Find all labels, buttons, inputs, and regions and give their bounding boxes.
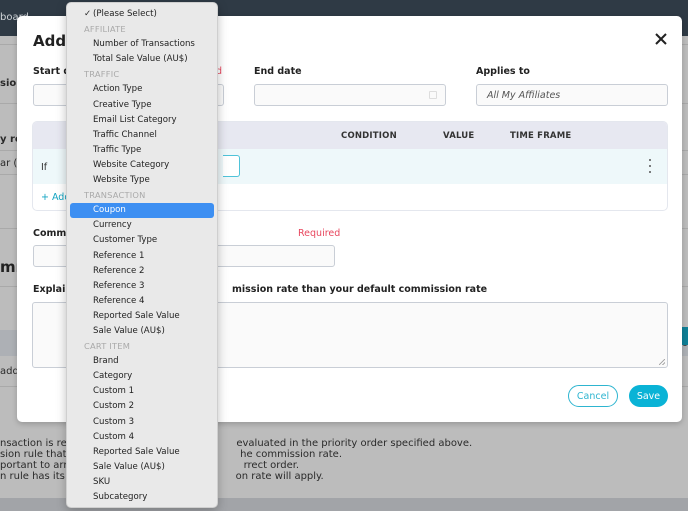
close-button[interactable] xyxy=(652,30,670,48)
dropdown-option[interactable]: Action Type xyxy=(67,82,217,97)
end-date-label: End date xyxy=(254,66,302,77)
dropdown-option[interactable]: Website Type xyxy=(67,173,217,188)
end-date-input[interactable] xyxy=(254,84,446,106)
if-label: If xyxy=(41,162,48,173)
dropdown-option-coupon[interactable]: Coupon xyxy=(70,203,214,219)
dropdown-option[interactable]: Reference 4 xyxy=(67,294,217,309)
calendar-icon xyxy=(429,91,437,99)
dropdown-group-transaction: TRANSACTION xyxy=(84,190,146,201)
dropdown-option[interactable]: SKU xyxy=(67,475,217,490)
dropdown-option[interactable]: Sale Value (AU$) xyxy=(67,324,217,339)
column-value: VALUE xyxy=(443,131,475,141)
dropdown-option[interactable]: Sale Value (AU$) xyxy=(67,460,217,475)
dropdown-option[interactable]: Total Sale Value (AU$) xyxy=(67,52,217,67)
dropdown-group-cart-item: CART ITEM xyxy=(84,341,131,352)
dropdown-option[interactable]: Reference 1 xyxy=(67,249,217,264)
applies-to-label: Applies to xyxy=(476,66,530,77)
dropdown-option[interactable]: Subcategory xyxy=(67,490,217,505)
resize-handle-icon[interactable] xyxy=(659,359,665,365)
dropdown-option[interactable]: Custom 1 xyxy=(67,384,217,399)
condition-field-dropdown: ✓ (Please Select) AFFILIATE Number of Tra… xyxy=(66,2,218,508)
dropdown-option[interactable]: Customer Type xyxy=(67,233,217,248)
dropdown-option[interactable]: Number of Transactions xyxy=(67,37,217,52)
dropdown-option[interactable]: Reported Sale Value xyxy=(67,309,217,324)
dropdown-option[interactable]: Reference 2 xyxy=(67,264,217,279)
dropdown-option[interactable]: Reported Sale Value xyxy=(67,445,217,460)
applies-to-input[interactable]: All My Affiliates xyxy=(476,84,668,106)
kebab-icon[interactable] xyxy=(647,159,653,173)
cancel-button[interactable]: Cancel xyxy=(568,385,618,407)
dropdown-option[interactable]: Creative Type xyxy=(67,98,217,113)
column-condition: CONDITION xyxy=(341,131,397,141)
commission-required: Required xyxy=(298,228,341,239)
dropdown-option[interactable]: Custom 2 xyxy=(67,399,217,414)
dropdown-option[interactable]: Website Category xyxy=(67,158,217,173)
dropdown-option[interactable]: Reference 3 xyxy=(67,279,217,294)
dropdown-option[interactable]: Custom 3 xyxy=(67,415,217,430)
dropdown-option[interactable]: Brand xyxy=(67,354,217,369)
dropdown-option[interactable]: Custom 4 xyxy=(67,430,217,445)
close-icon xyxy=(655,33,667,45)
dropdown-option[interactable]: Category xyxy=(67,369,217,384)
dropdown-option[interactable]: Traffic Channel xyxy=(67,128,217,143)
dropdown-option-please-select[interactable]: ✓ (Please Select) xyxy=(67,7,217,22)
dropdown-group-affiliate: AFFILIATE xyxy=(84,24,126,35)
explain-label-continued: mission rate than your default commissio… xyxy=(232,284,488,295)
commission-label: Commi xyxy=(33,228,70,239)
checkmark-icon: ✓ xyxy=(84,9,92,19)
column-time-frame: TIME FRAME xyxy=(510,131,572,141)
dropdown-group-traffic: TRAFFIC xyxy=(84,69,120,80)
dropdown-option[interactable]: Currency xyxy=(67,218,217,233)
dropdown-option[interactable]: Email List Category xyxy=(67,113,217,128)
save-button[interactable]: Save xyxy=(629,385,668,407)
dropdown-option[interactable]: Traffic Type xyxy=(67,143,217,158)
bg-value: ar ( xyxy=(0,158,18,169)
condition-field-select[interactable] xyxy=(223,155,240,177)
